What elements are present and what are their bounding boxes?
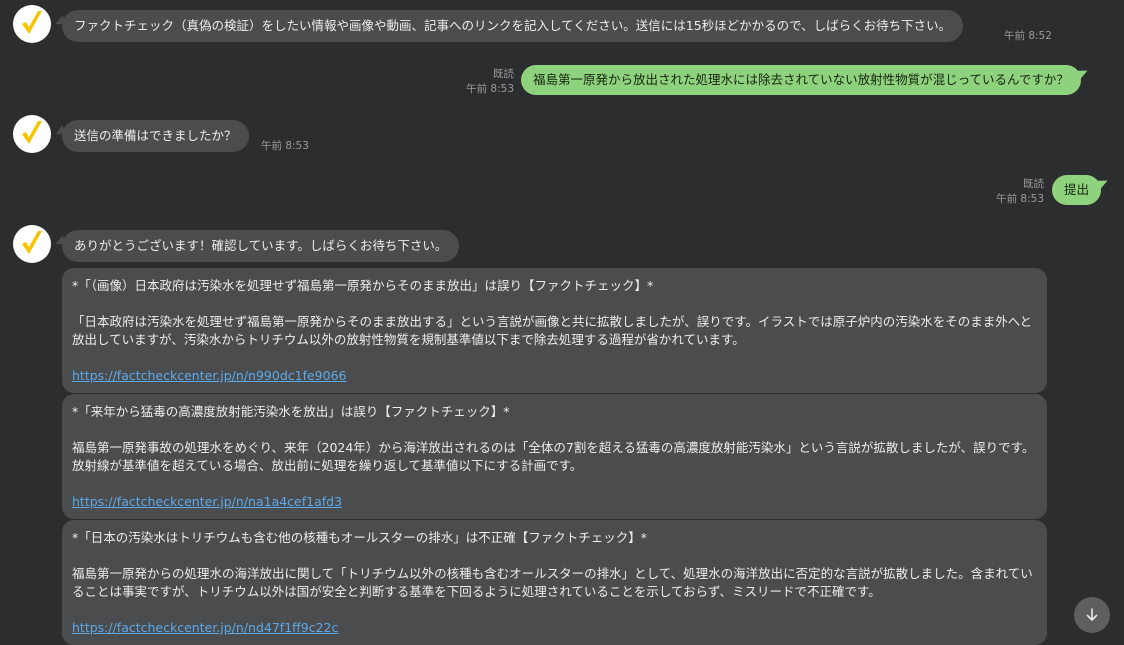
card-title: *「日本の汚染水はトリチウムも含む他の核種もオールスターの排水」は不正確【ファク… — [72, 530, 648, 545]
card-title: *「来年から猛毒の高濃度放射能汚染水を放出」は誤り【ファクトチェック】* — [72, 404, 510, 419]
message-text: 送信の準備はできましたか？ — [74, 128, 237, 143]
outgoing-message: 提出 — [1052, 175, 1102, 205]
card-link[interactable]: https://factcheckcenter.jp/n/nd47f1ff9c2… — [72, 620, 338, 635]
incoming-message: ファクトチェック（真偽の検証）をしたい情報や画像や動画、記事へのリンクを記入して… — [62, 10, 964, 42]
fact-check-card: *「来年から猛毒の高濃度放射能汚染水を放出」は誤り【ファクトチェック】* 福島第… — [62, 394, 1047, 519]
bot-avatar[interactable] — [13, 115, 51, 153]
message-time: 午前 8:53 — [996, 193, 1044, 205]
card-body: 「日本政府は汚染水を処理せず福島第一原発からそのまま放出する」という言説が画像と… — [72, 314, 1033, 347]
chat-window: ファクトチェック（真偽の検証）をしたい情報や画像や動画、記事へのリンクを記入して… — [0, 0, 1124, 645]
fact-check-card: *「日本の汚染水はトリチウムも含む他の核種もオールスターの排水」は不正確【ファク… — [62, 520, 1047, 645]
scroll-to-bottom-button[interactable] — [1074, 597, 1110, 633]
incoming-message: 送信の準備はできましたか？ — [62, 120, 249, 152]
read-receipt: 既読 — [1023, 178, 1044, 190]
message-text: 提出 — [1064, 182, 1090, 197]
message-text: 福島第一原発から放出された処理水には除去されていない放射性物質が混じっているんで… — [533, 72, 1069, 87]
arrow-down-icon — [1086, 608, 1098, 621]
check-logo-icon — [22, 11, 42, 34]
fact-check-card: *「（画像）日本政府は汚染水を処理せず福島第一原発からそのまま放出」は誤り【ファ… — [62, 268, 1047, 393]
card-body: 福島第一原発事故の処理水をめぐり、来年（2024年）から海洋放出されるのは「全体… — [72, 440, 1035, 473]
check-logo-icon — [22, 231, 42, 254]
incoming-message: ありがとうございます！確認しています。しばらくお待ち下さい。 — [62, 230, 460, 262]
bot-avatar[interactable] — [13, 225, 51, 263]
outgoing-message: 福島第一原発から放出された処理水には除去されていない放射性物質が混じっているんで… — [521, 65, 1081, 95]
card-body: 福島第一原発からの処理水の海洋放出に関して「トリチウム以外の核種も含むオールスタ… — [72, 566, 1033, 599]
bot-avatar[interactable] — [13, 5, 51, 43]
read-receipt: 既読 — [493, 68, 514, 80]
message-text: ありがとうございます！確認しています。しばらくお待ち下さい。 — [74, 238, 448, 253]
card-link[interactable]: https://factcheckcenter.jp/n/na1a4cef1af… — [72, 494, 342, 509]
message-time: 午前 8:52 — [1004, 30, 1052, 42]
message-time: 午前 8:53 — [466, 83, 514, 95]
message-text: ファクトチェック（真偽の検証）をしたい情報や画像や動画、記事へのリンクを記入して… — [74, 18, 952, 33]
card-title: *「（画像）日本政府は汚染水を処理せず福島第一原発からそのまま放出」は誤り【ファ… — [72, 278, 654, 293]
message-time: 午前 8:53 — [261, 140, 309, 152]
check-logo-icon — [22, 121, 42, 144]
card-link[interactable]: https://factcheckcenter.jp/n/n990dc1fe90… — [72, 368, 346, 383]
